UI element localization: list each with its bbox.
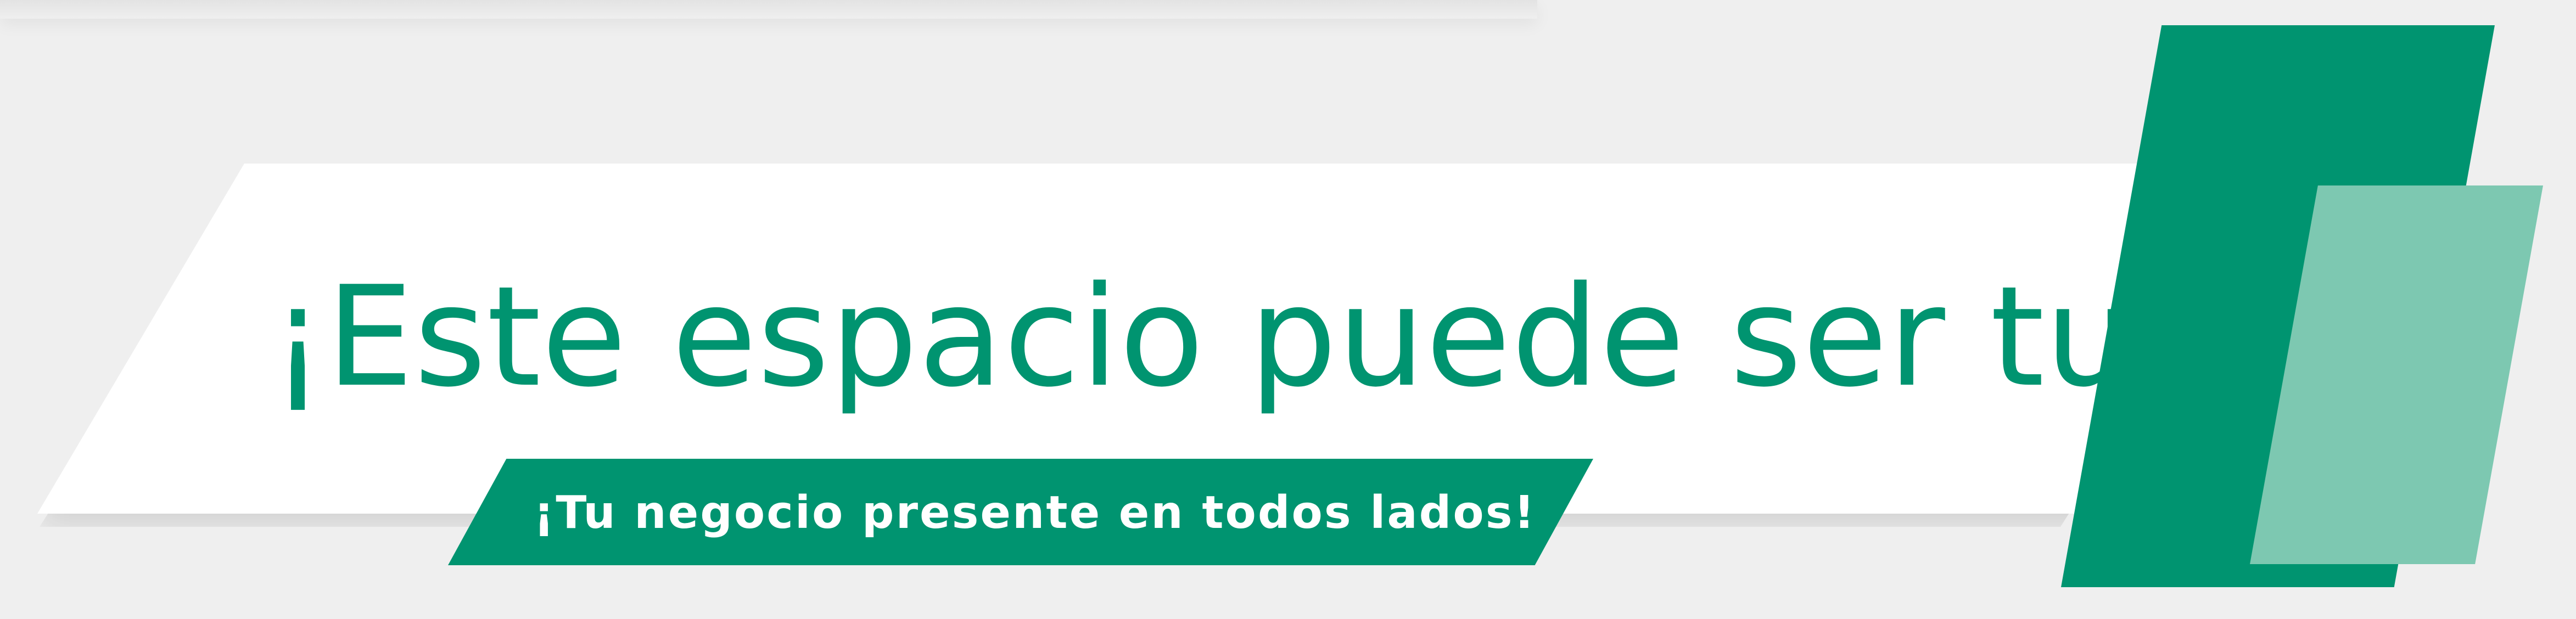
headline: ¡Este espacio puede ser tuyo! bbox=[270, 257, 2357, 418]
top-shadow-strip bbox=[0, 0, 1537, 19]
subtitle-text: ¡Tu negocio presente en todos lados! bbox=[534, 487, 1536, 539]
